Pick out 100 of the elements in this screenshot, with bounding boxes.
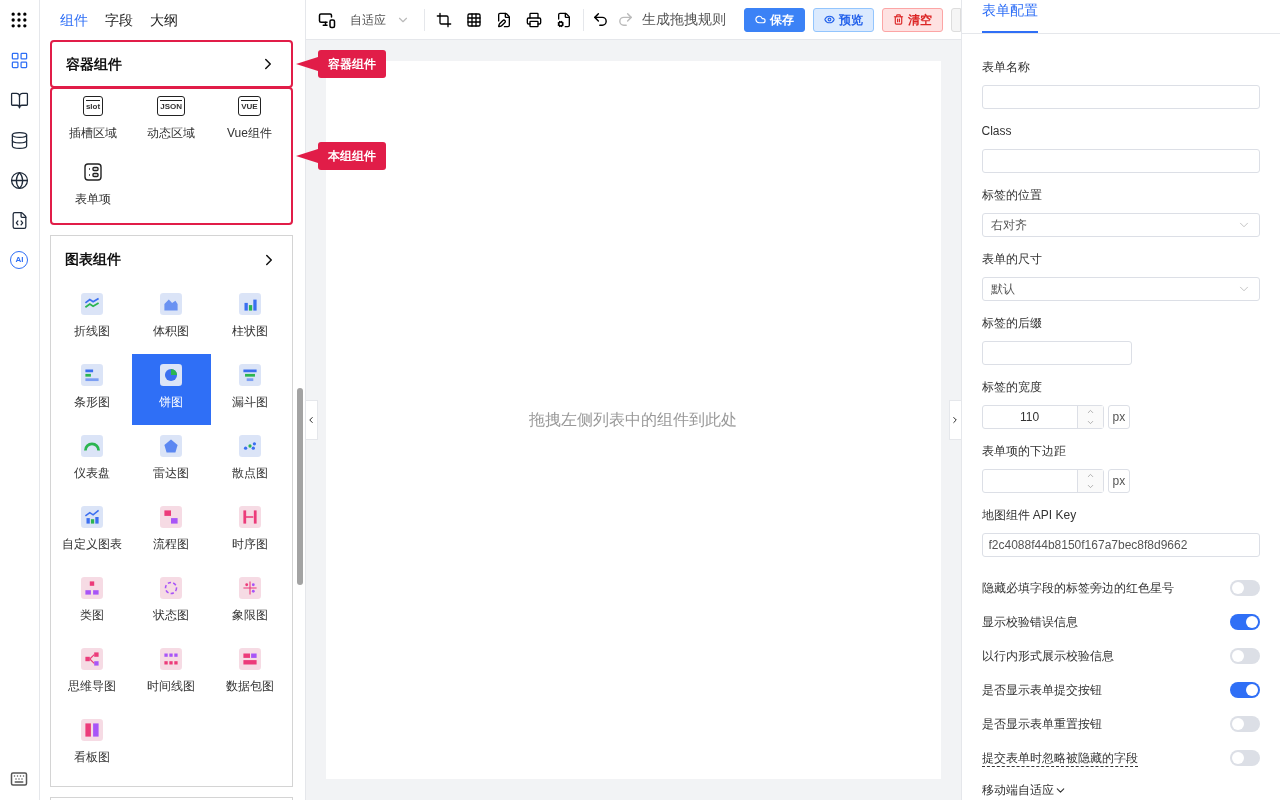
drop-hint: 拖拽左侧列表中的组件到此处 [529,410,737,430]
field-label: 提交表单时忽略被隐藏的字段 [981,749,1138,767]
field-label: 标签的位置 [981,187,1043,203]
field-label: 表单项的下边距 [981,443,1067,459]
component-item[interactable]: 流程图 [131,496,211,567]
save-button[interactable]: 保存 [743,7,805,32]
component-item[interactable]: 体积图 [131,283,211,354]
component-item[interactable]: 数据包图 [210,638,290,709]
print-icon[interactable] [525,11,542,28]
config-tab[interactable]: 表单配置 [981,0,1038,33]
field-label: 以行内形式展示校验信息 [981,648,1114,664]
component-item[interactable]: 表单项 [53,155,133,221]
component-item[interactable]: 折线图 [52,283,132,354]
chart-type-icon [160,435,183,457]
panel-tab[interactable]: 大纲 [149,9,178,31]
chart-type-icon [160,293,183,315]
field-label: Class [981,123,1013,139]
toggle-switch[interactable] [1230,682,1260,698]
text-field[interactable] [981,85,1260,109]
component-item[interactable]: 自定义图表 [52,496,132,567]
crop-icon[interactable] [435,11,452,28]
chart-type-icon [239,293,262,315]
chart-type-icon [81,577,104,599]
keyboard-icon[interactable] [10,770,29,788]
component-item[interactable]: JSON 动态区域 [132,89,211,155]
component-item[interactable]: VUE Vue组件 [210,89,289,155]
grid-icon[interactable] [465,11,482,28]
chart-type-icon [81,506,104,528]
component-item[interactable]: 散点图 [210,425,290,496]
device-icon[interactable] [317,10,336,29]
select-field[interactable]: 右对齐 [981,213,1260,237]
field-label: 表单名称 [981,59,1031,75]
window-icon: JSON [157,96,186,116]
chart-type-icon [81,648,104,670]
panel-tab[interactable]: 字段 [104,9,133,31]
toggle-switch[interactable] [1230,750,1260,766]
unit-label: px [1107,405,1131,429]
field-label: 标签的宽度 [981,379,1043,395]
window-icon: VUE [238,96,261,116]
chart-type-icon [160,648,183,670]
layout-select[interactable]: 自适应 [343,10,416,29]
field-label: 表单的尺寸 [981,251,1043,267]
globe-icon[interactable] [9,171,29,190]
field-label: 是否显示表单提交按钮 [981,682,1102,698]
chart-type-icon [81,293,104,315]
window-icon: slot [82,96,104,116]
chart-type-icon [81,719,104,741]
field-label: 显示校验错误信息 [981,614,1078,630]
text-field[interactable] [981,341,1132,365]
chevron-left-icon [306,415,316,425]
edit-file-icon[interactable] [495,11,512,28]
chart-type-icon [160,364,183,386]
group-title: 容器组件 [65,54,122,74]
component-item[interactable]: 饼图 [131,354,211,425]
chart-type-icon [239,577,262,599]
component-item[interactable]: 时间线图 [131,638,211,709]
group-header[interactable]: 图表组件 [49,235,293,283]
group-header[interactable]: 容器组件 [49,40,293,88]
text-field[interactable] [981,149,1260,173]
undo-icon[interactable] [591,11,609,28]
toggle-switch[interactable] [1230,614,1260,630]
toggle-switch[interactable] [1230,580,1260,596]
chart-type-icon [81,364,104,386]
chart-type-icon [81,435,104,457]
component-item[interactable]: 时序图 [210,496,290,567]
component-item[interactable]: 看板图 [52,709,132,780]
component-item[interactable]: 柱状图 [210,283,290,354]
component-item[interactable]: 类图 [52,567,132,638]
component-item[interactable]: 条形图 [52,354,132,425]
book-icon[interactable] [9,91,29,110]
chart-type-icon [239,364,262,386]
form-item-icon [83,162,104,182]
generate-rules-link[interactable]: 生成拖拽规则 [641,9,726,30]
toggle-switch[interactable] [1230,716,1260,732]
file-gear-icon[interactable] [555,11,572,28]
component-item[interactable]: 雷达图 [131,425,211,496]
toggle-switch[interactable] [1230,648,1260,664]
component-item[interactable]: 漏斗图 [210,354,290,425]
callout-pointer-icon [296,149,318,163]
clear-button[interactable]: 清空 [881,7,943,32]
component-item[interactable]: 状态图 [131,567,211,638]
database-icon[interactable] [9,131,29,150]
chart-type-icon [239,435,262,457]
chart-type-icon [239,506,262,528]
scrollbar[interactable] [296,388,303,585]
section-toggle[interactable]: 移动端自适应 [981,775,1260,800]
field-label: 隐藏必填字段的标签旁边的红色星号 [981,580,1174,596]
callout-pointer-icon [296,57,318,71]
text-field[interactable]: f2c4088f44b8150f167a7bec8f8d9662 [981,533,1260,557]
chevron-right-icon [950,415,960,425]
trash-icon [892,14,904,25]
cloud-icon [754,14,766,25]
component-item[interactable]: 仪表盘 [52,425,132,496]
select-field[interactable]: 默认 [981,277,1260,301]
component-item[interactable]: 思维导图 [52,638,132,709]
panel-tab[interactable]: 组件 [59,9,88,31]
component-item[interactable]: slot 插槽区域 [53,89,133,155]
field-label: 是否显示表单重置按钮 [981,716,1102,732]
component-item[interactable]: 象限图 [210,567,290,638]
preview-button[interactable]: 预览 [812,7,874,32]
